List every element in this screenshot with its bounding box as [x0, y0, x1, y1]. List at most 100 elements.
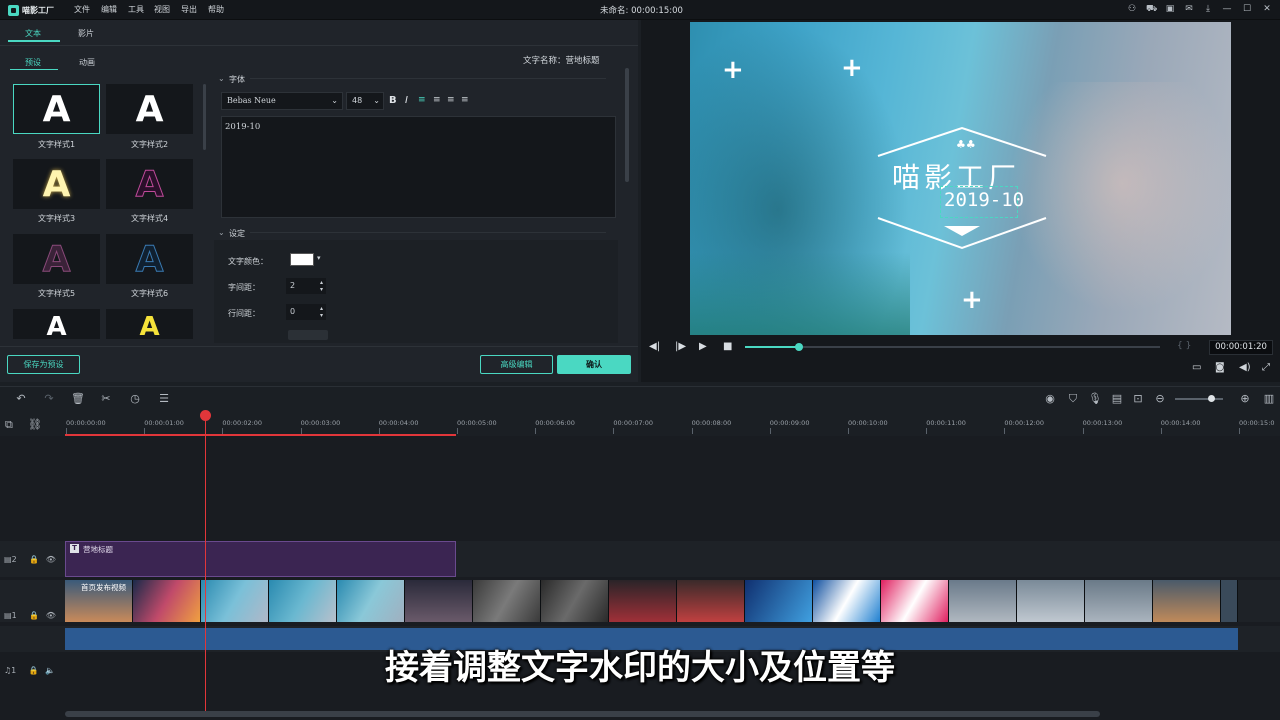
preset-tile-5[interactable]: A	[13, 234, 100, 284]
display-icon[interactable]: ▭	[1192, 362, 1201, 373]
clip-thumbnail	[337, 580, 405, 622]
settings-scrollbar[interactable]	[625, 68, 629, 182]
collapse-settings-icon[interactable]: ⌄	[218, 228, 225, 237]
menu-edit[interactable]: 编辑	[101, 4, 117, 15]
render-icon[interactable]: ◉	[1043, 392, 1057, 405]
menu-help[interactable]: 帮助	[208, 4, 224, 15]
preset-tile-1[interactable]: A	[13, 84, 100, 134]
align-left-icon[interactable]: ≡	[418, 95, 426, 105]
redo-icon[interactable]: ↷	[42, 392, 56, 405]
fullscreen-icon[interactable]: ⤢	[1262, 362, 1270, 373]
subtab-animation[interactable]: 动画	[79, 57, 95, 68]
tab-text[interactable]: 文本	[25, 28, 41, 39]
stepper-icon[interactable]: ▴ ▾	[320, 279, 323, 293]
confirm-button[interactable]: 确认	[557, 355, 631, 374]
lock-icon[interactable]: 🔒	[29, 611, 39, 620]
download-icon[interactable]: ⤓	[1203, 4, 1213, 14]
marker-icon[interactable]: ⛉	[1066, 392, 1080, 406]
preset-scrollbar[interactable]	[203, 84, 206, 150]
save-icon[interactable]: ▣	[1165, 4, 1175, 14]
italic-icon[interactable]: I	[405, 95, 408, 106]
crop-icon[interactable]: ⊡	[1131, 392, 1145, 405]
tab-movie[interactable]: 影片	[78, 28, 94, 39]
line-spacing-value: 0	[290, 307, 296, 316]
panel-toggle-icon[interactable]: ▥	[1262, 392, 1276, 405]
caret-down-icon[interactable]: ▾	[317, 254, 321, 262]
speed-icon[interactable]: ◷	[128, 392, 142, 405]
minimize-icon[interactable]: —	[1222, 4, 1232, 14]
add-track-icon[interactable]: ⧉	[5, 418, 13, 432]
title-clip[interactable]: T 营地标题	[65, 541, 456, 577]
preview-progress-track[interactable]	[745, 346, 1160, 348]
menu-file[interactable]: 文件	[74, 4, 90, 15]
alignment-grid[interactable]	[288, 330, 328, 340]
stepper-icon[interactable]: ▴ ▾	[320, 305, 323, 319]
stop-icon[interactable]: ■	[723, 341, 732, 352]
adjust-icon[interactable]: ☰	[157, 392, 171, 405]
subtab-preset[interactable]: 预设	[25, 57, 41, 68]
text-color-swatch[interactable]	[290, 253, 314, 266]
mic-icon[interactable]: 🎙	[1088, 392, 1102, 405]
collapse-font-icon[interactable]: ⌄	[218, 74, 225, 83]
prev-frame-icon[interactable]: ◀|	[649, 341, 660, 352]
overlay-date-text[interactable]: 2019-10	[944, 189, 1024, 211]
preset-tile-8[interactable]: A	[106, 309, 193, 339]
crosshair-icon: +	[722, 55, 744, 85]
preset-glyph: A	[42, 163, 71, 205]
lock-icon[interactable]: 🔒	[29, 555, 39, 564]
preview-progress-handle[interactable]	[794, 343, 803, 351]
zoom-slider-handle[interactable]	[1208, 395, 1215, 402]
ruler-tick-label: 00:00:09:00	[769, 419, 810, 427]
preset-tile-6[interactable]: A	[106, 234, 193, 284]
align-right-icon[interactable]: ≡	[447, 95, 455, 105]
save-preset-button[interactable]: 保存为预设	[7, 355, 80, 374]
cart-icon[interactable]: ⛟	[1146, 4, 1157, 14]
align-center-icon[interactable]: ≡	[433, 95, 441, 105]
line-spacing-input[interactable]: 0 ▴ ▾	[286, 304, 326, 320]
eye-icon[interactable]: 👁	[46, 611, 56, 620]
zoom-out-icon[interactable]: ⊖	[1153, 392, 1167, 405]
maximize-icon[interactable]: ☐	[1242, 4, 1252, 14]
playhead-handle[interactable]	[200, 410, 211, 421]
font-size-select[interactable]: 48 ⌄	[346, 92, 384, 110]
preset-tile-2[interactable]: A	[106, 84, 193, 134]
zoom-slider-track[interactable]	[1175, 398, 1223, 400]
crosshair-icon: +	[841, 53, 863, 83]
menu-tools[interactable]: 工具	[128, 4, 144, 15]
marker-braces[interactable]: { }	[1177, 341, 1191, 351]
menu-view[interactable]: 视图	[154, 4, 170, 15]
mixer-icon[interactable]: ▤	[1110, 392, 1124, 405]
user-icon[interactable]: ⚇	[1127, 4, 1137, 14]
text-content-input[interactable]: 2019-10	[221, 116, 616, 218]
volume-icon[interactable]: ◀)	[1239, 362, 1251, 373]
char-spacing-input[interactable]: 2 ▴ ▾	[286, 278, 326, 294]
preset-tile-7[interactable]: A	[13, 309, 100, 339]
video-preview[interactable]: + + + ♣♣ 喵影工厂 2019-10	[690, 22, 1231, 335]
play-frame-icon[interactable]: |▶	[675, 341, 686, 352]
ruler-tick-label: 00:00:08:00	[691, 419, 732, 427]
close-icon[interactable]: ✕	[1262, 4, 1272, 14]
link-icon[interactable]: ⛓	[28, 418, 42, 431]
preset-tile-4[interactable]: A	[106, 159, 193, 209]
undo-icon[interactable]: ↶	[14, 392, 28, 405]
divider	[250, 78, 606, 79]
preset-tile-3[interactable]: A	[13, 159, 100, 209]
snapshot-icon[interactable]: ◙	[1215, 362, 1225, 373]
ruler-tick-label: 00:00:03:00	[300, 419, 341, 427]
align-justify-icon[interactable]: ≡	[461, 95, 469, 105]
advanced-edit-button[interactable]: 高级编辑	[480, 355, 553, 374]
cut-icon[interactable]: ✂	[99, 392, 113, 405]
play-icon[interactable]: ▶	[699, 341, 707, 352]
menu-export[interactable]: 导出	[181, 4, 197, 15]
ruler-tick-label: 00:00:15:0	[1239, 419, 1275, 427]
timeline-horizontal-scrollbar[interactable]	[65, 711, 1100, 717]
preset-label: 文字样式1	[37, 140, 76, 149]
clip-thumbnail	[677, 580, 745, 622]
font-family-select[interactable]: Bebas Neue ⌄	[221, 92, 343, 110]
bold-icon[interactable]: B	[389, 95, 397, 106]
mail-icon[interactable]: ✉	[1184, 4, 1194, 14]
delete-icon[interactable]: 🗑	[71, 392, 85, 405]
eye-icon[interactable]: 👁	[46, 555, 56, 564]
video-clip[interactable]	[65, 580, 1238, 622]
zoom-in-icon[interactable]: ⊕	[1238, 392, 1252, 405]
